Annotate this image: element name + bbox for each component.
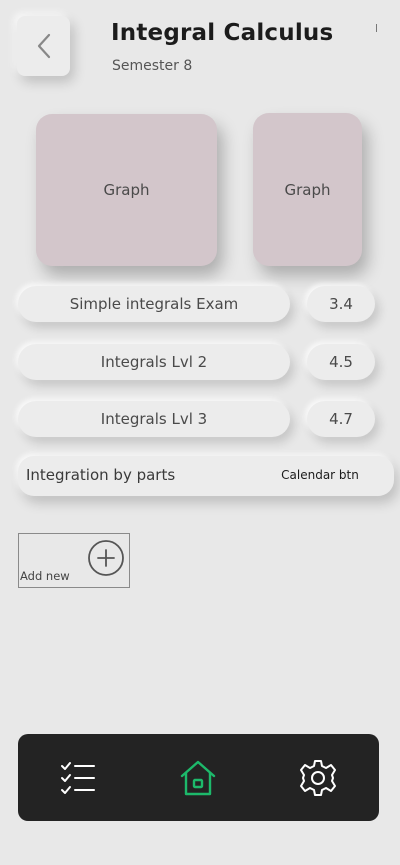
graph-label: Graph — [103, 181, 150, 199]
graph-card-primary[interactable]: Graph — [36, 114, 217, 266]
exam-item[interactable]: Integrals Lvl 2 — [18, 344, 290, 380]
calendar-button[interactable]: Calendar btn — [264, 460, 376, 490]
home-icon[interactable] — [178, 758, 218, 798]
bottom-nav-bar — [18, 734, 379, 821]
back-button[interactable] — [17, 16, 70, 76]
plus-circle-icon — [88, 540, 124, 576]
gear-icon[interactable] — [298, 758, 338, 798]
calendar-item-label: Integration by parts — [26, 466, 176, 484]
exam-item[interactable]: Simple integrals Exam — [18, 286, 290, 322]
divider-tick — [376, 24, 377, 32]
exam-score-badge: 3.4 — [307, 286, 375, 322]
exam-name: Integrals Lvl 3 — [100, 410, 208, 428]
exam-name: Integrals Lvl 2 — [100, 353, 208, 371]
page-subtitle: Semester 8 — [112, 58, 193, 74]
exam-score: 4.7 — [329, 410, 353, 428]
checklist-icon[interactable] — [58, 758, 98, 798]
exam-score-badge: 4.7 — [307, 401, 375, 437]
exam-score: 3.4 — [329, 295, 353, 313]
exam-name: Simple integrals Exam — [69, 295, 239, 313]
calendar-item[interactable]: Integration by parts Calendar btn — [18, 456, 394, 496]
graph-card-secondary[interactable]: Graph — [253, 113, 362, 266]
exam-score: 4.5 — [329, 353, 353, 371]
exam-score-badge: 4.5 — [307, 344, 375, 380]
add-new-label: Add new — [20, 569, 70, 583]
exam-item[interactable]: Integrals Lvl 3 — [18, 401, 290, 437]
page-title: Integral Calculus — [111, 20, 334, 46]
graph-label: Graph — [284, 180, 331, 199]
chevron-left-icon — [37, 33, 50, 59]
add-new-button[interactable]: Add new — [18, 533, 130, 588]
